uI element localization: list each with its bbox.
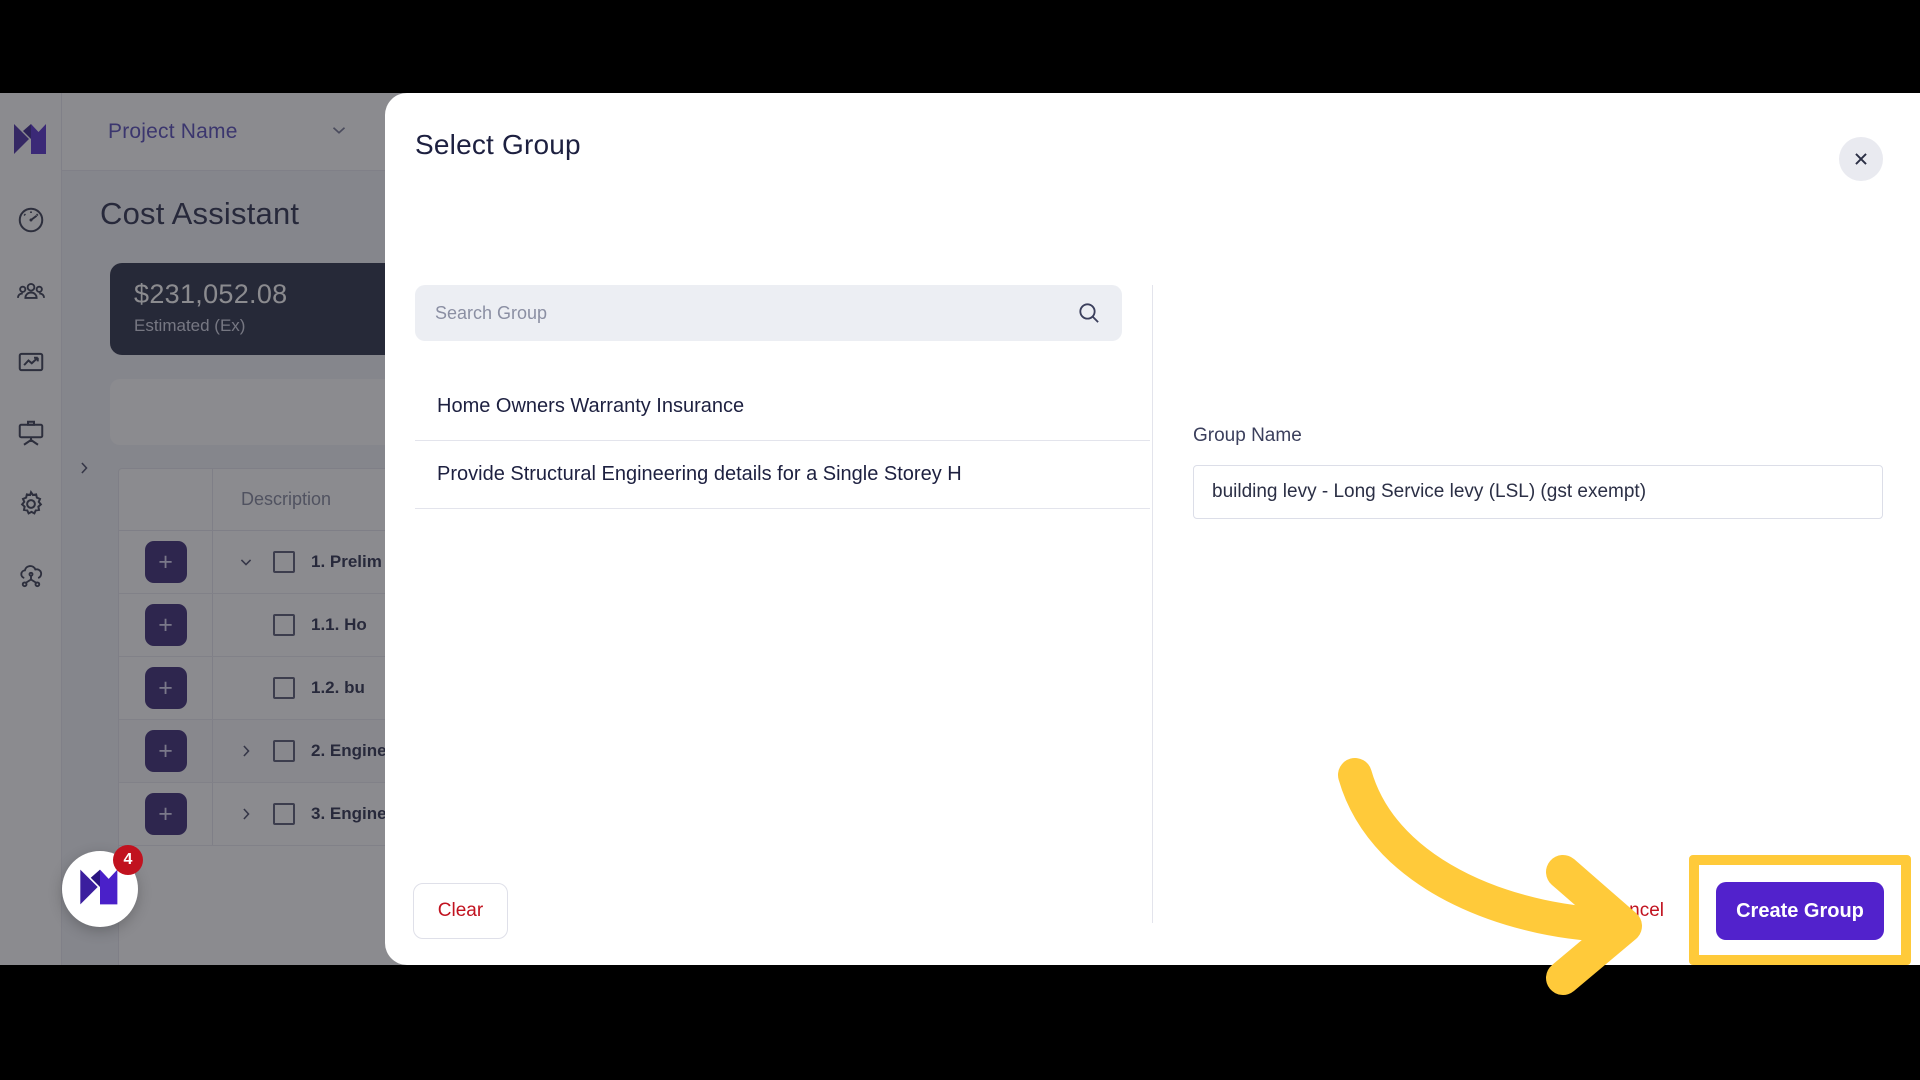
- group-details-pane: Group Name: [1193, 285, 1883, 923]
- cancel-button[interactable]: Cancel: [1587, 883, 1682, 939]
- chat-launcher-button[interactable]: 4: [62, 845, 143, 927]
- pane-divider: [1152, 285, 1153, 923]
- list-item[interactable]: Home Owners Warranty Insurance: [415, 373, 1150, 441]
- group-name-label: Group Name: [1193, 425, 1302, 446]
- modal-footer: Clear Cancel Create Group: [385, 859, 1920, 965]
- clear-button[interactable]: Clear: [413, 883, 508, 939]
- search-input[interactable]: [435, 302, 1076, 324]
- close-icon[interactable]: [1839, 137, 1883, 181]
- chat-unread-badge: 4: [113, 845, 143, 875]
- group-list: Home Owners Warranty Insurance Provide S…: [415, 373, 1150, 509]
- application-viewport: Project Name Cost Assistant $231,052.08 …: [0, 93, 1920, 965]
- group-name-input[interactable]: [1212, 481, 1864, 503]
- create-group-button[interactable]: Create Group: [1719, 881, 1887, 939]
- list-item[interactable]: Provide Structural Engineering details f…: [415, 441, 1150, 509]
- search-icon[interactable]: [1076, 300, 1102, 326]
- search-group-field[interactable]: [415, 285, 1122, 341]
- modal-title: Select Group: [415, 129, 581, 160]
- brand-logo-icon: [78, 866, 122, 913]
- select-group-modal: Select Group Search Group Home Owners Wa…: [385, 93, 1920, 965]
- group-search-pane: Home Owners Warranty Insurance Provide S…: [415, 285, 1150, 923]
- screenshot-stage: Project Name Cost Assistant $231,052.08 …: [0, 0, 1920, 1080]
- group-name-field[interactable]: [1193, 465, 1883, 519]
